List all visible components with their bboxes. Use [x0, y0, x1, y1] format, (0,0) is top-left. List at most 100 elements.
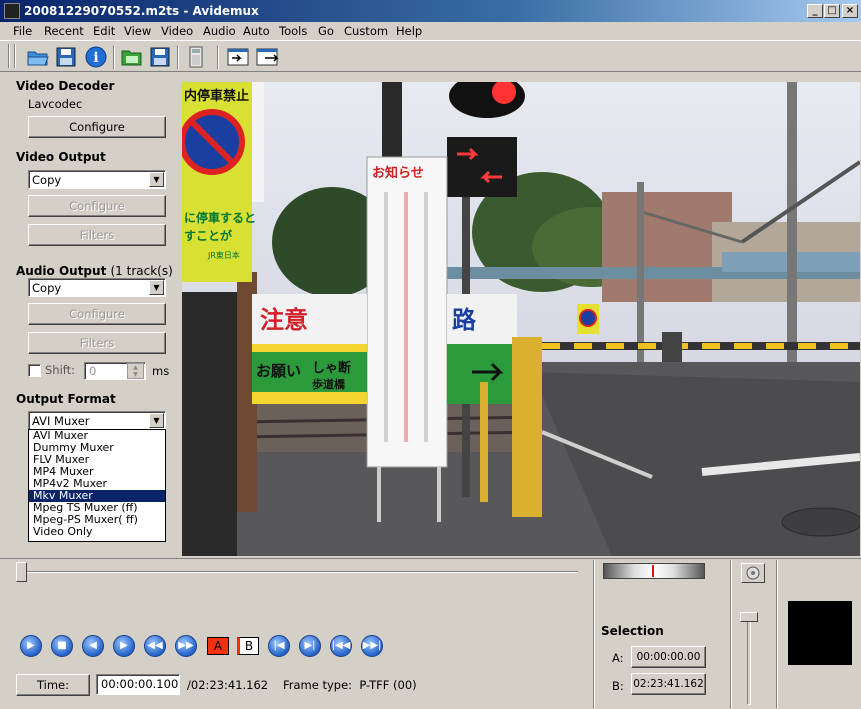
audio-output-title: Audio Output — [16, 264, 107, 278]
menu-edit[interactable]: Edit — [93, 24, 115, 38]
marker-a-icon: |◀ — [273, 640, 285, 651]
toolbar: i — [0, 40, 861, 72]
audio-output-select[interactable]: Copy ▼ — [28, 278, 166, 297]
next-frame-button[interactable]: ▶ — [113, 635, 135, 657]
marker-b-icon: ▶| — [304, 640, 316, 651]
menu-go[interactable]: Go — [318, 24, 334, 38]
time-button[interactable]: Time: — [16, 674, 90, 696]
menu-auto[interactable]: Auto — [243, 24, 270, 38]
video-decoder-header: Video Decoder — [16, 79, 115, 93]
stop-button[interactable]: ■ — [51, 635, 73, 657]
shift-checkbox[interactable] — [28, 364, 41, 377]
seek-track[interactable] — [16, 571, 578, 573]
output-format-header: Output Format — [16, 392, 116, 406]
sign-walkway2: 歩道橋 — [312, 377, 346, 391]
menu-file[interactable]: File — [13, 24, 32, 38]
shift-unit: ms — [152, 364, 170, 378]
input-window-icon[interactable] — [226, 45, 252, 69]
goto-start-button[interactable]: |◀◀ — [330, 635, 352, 657]
menu-help[interactable]: Help — [396, 24, 422, 38]
output-format-dropdown-list: AVI Muxer Dummy Muxer FLV Muxer MP4 Muxe… — [28, 429, 166, 542]
video-output-configure-button[interactable]: Configure — [28, 195, 166, 217]
sign-notice-title: お知らせ — [372, 165, 424, 181]
sign-walkway: しゃ断 — [312, 360, 351, 376]
title-bar: 20081229070552.m2ts - Avidemux _ □ × — [0, 0, 861, 22]
seek-slider-handle[interactable] — [16, 562, 27, 582]
selection-a-label: A: — [612, 651, 624, 665]
selection-a-button[interactable]: 00:00:00.00 — [631, 646, 706, 668]
audio-output-header: Audio Output (1 track(s)) — [16, 264, 177, 278]
audio-output-filters-button[interactable]: Filters — [28, 332, 166, 354]
menu-bar: File Recent Edit View Video Audio Auto T… — [0, 22, 861, 40]
maximize-button[interactable]: □ — [824, 4, 840, 18]
sign-jr: JR東日本 — [207, 250, 240, 260]
speaker-icon[interactable] — [741, 563, 765, 583]
video-preview: 内停車禁止 に停車すると すことが JR東日本 お知らせ 注意 路 お願い しゃ… — [182, 82, 860, 556]
app-icon — [4, 3, 20, 19]
set-marker-b-button[interactable]: B — [237, 637, 259, 655]
toolbar-grip — [14, 44, 16, 68]
selection-b-label: B: — [612, 679, 624, 693]
audio-output-configure-button[interactable]: Configure — [28, 303, 166, 325]
menu-custom[interactable]: Custom — [344, 24, 388, 38]
save-video-icon[interactable] — [147, 45, 173, 69]
open-video-icon[interactable] — [119, 45, 145, 69]
shift-label: Shift: — [45, 363, 76, 377]
next-keyframe-button[interactable]: ▶▶ — [175, 635, 197, 657]
calculator-icon[interactable] — [183, 45, 209, 69]
play-button[interactable]: ▶ — [20, 635, 42, 657]
open-folder-icon[interactable] — [25, 45, 51, 69]
divider — [776, 560, 778, 708]
goto-end-button[interactable]: ▶▶| — [361, 635, 383, 657]
menu-recent[interactable]: Recent — [44, 24, 84, 38]
save-icon[interactable] — [53, 45, 79, 69]
selection-header: Selection — [601, 624, 664, 638]
skip-back-icon: |◀◀ — [331, 640, 351, 651]
output-format-selected: AVI Muxer — [32, 414, 90, 428]
goto-marker-a-button[interactable]: |◀ — [268, 635, 290, 657]
sign-caution-right: 路 — [452, 306, 477, 334]
selection-b-button[interactable]: 02:23:41.162 — [631, 673, 706, 695]
info-icon[interactable]: i — [83, 45, 109, 69]
skip-forward-icon: ▶▶| — [362, 640, 382, 651]
output-window-icon[interactable] — [255, 45, 281, 69]
volume-track[interactable] — [747, 617, 751, 705]
jog-marker — [652, 565, 654, 577]
divider — [593, 560, 595, 708]
chevron-down-icon[interactable]: ▼ — [149, 413, 164, 428]
shift-spinner[interactable]: ▲ ▼ — [127, 363, 144, 379]
sign-please: お願い — [256, 362, 301, 380]
format-option-video-only[interactable]: Video Only — [29, 526, 165, 538]
toolbar-separator — [217, 45, 219, 69]
previous-frame-button[interactable]: ◀ — [82, 635, 104, 657]
video-decoder-configure-button[interactable]: Configure — [28, 116, 166, 138]
current-time-input[interactable]: 00:00:00.100 — [96, 674, 180, 695]
output-format-select[interactable]: AVI Muxer ▼ — [28, 411, 166, 430]
divider — [730, 560, 732, 708]
menu-audio[interactable]: Audio — [203, 24, 236, 38]
sign-stop-text2: すことが — [184, 228, 232, 243]
previous-keyframe-button[interactable]: ◀◀ — [144, 635, 166, 657]
chevron-down-icon[interactable]: ▼ — [149, 172, 164, 187]
arrow-right-icon: ▶ — [120, 640, 128, 651]
goto-marker-b-button[interactable]: ▶| — [299, 635, 321, 657]
set-marker-a-button[interactable]: A — [207, 637, 229, 655]
menu-video[interactable]: Video — [161, 24, 193, 38]
volume-slider-handle[interactable] — [740, 612, 758, 622]
svg-text:i: i — [93, 50, 98, 66]
close-button[interactable]: × — [842, 4, 858, 18]
fast-forward-icon: ▶▶ — [178, 640, 194, 651]
jog-shuttle[interactable] — [603, 563, 705, 579]
toolbar-separator — [113, 45, 115, 69]
chevron-down-icon[interactable]: ▼ — [149, 280, 164, 295]
stop-icon: ■ — [57, 640, 67, 651]
video-output-filters-button[interactable]: Filters — [28, 224, 166, 246]
menu-view[interactable]: View — [124, 24, 151, 38]
frame-type: Frame type: P-TFF (00) — [283, 678, 417, 692]
menu-tools[interactable]: Tools — [279, 24, 307, 38]
minimize-button[interactable]: _ — [807, 4, 823, 18]
video-output-select[interactable]: Copy ▼ — [28, 170, 166, 189]
sign-stop-text1: に停車すると — [184, 210, 256, 225]
mini-preview — [788, 601, 852, 665]
total-time: /02:23:41.162 — [187, 678, 269, 692]
